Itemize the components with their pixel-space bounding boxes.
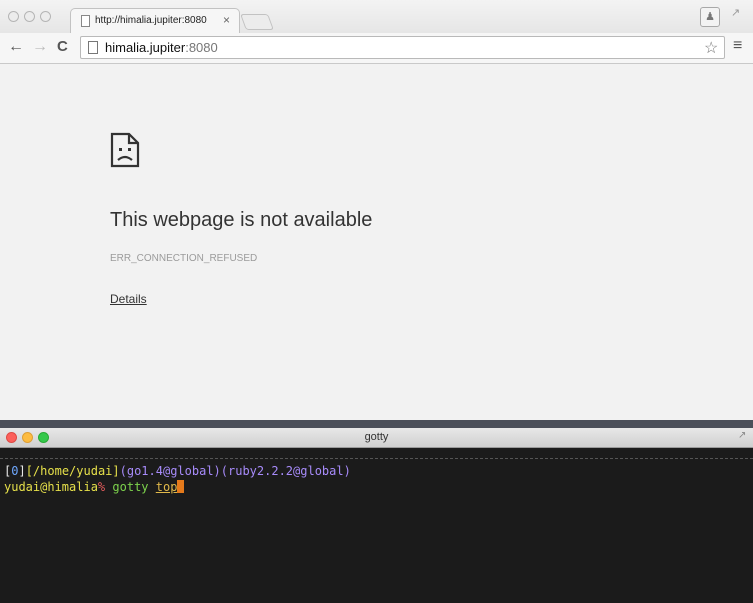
fullscreen-icon[interactable]: ↗ xyxy=(738,430,746,441)
terminal-titlebar: gotty ↗ xyxy=(0,428,753,448)
terminal-cursor xyxy=(177,480,185,493)
url-text: himalia.jupiter:8080 xyxy=(105,40,218,55)
terminal-title: gotty xyxy=(364,431,389,443)
url-port: :8080 xyxy=(185,40,218,55)
go-env: (go1.4@global) xyxy=(119,464,221,478)
new-tab-button[interactable] xyxy=(240,14,274,30)
url-host: himalia.jupiter xyxy=(105,40,186,55)
cwd: [/home/yudai] xyxy=(25,464,120,478)
tab-strip: http://himalia.jupiter:8080 × ♟ ↗ xyxy=(0,0,753,34)
forward-icon[interactable]: → xyxy=(32,38,48,56)
terminal-separator xyxy=(0,458,753,459)
command-line[interactable]: yudai@himalia% gotty top xyxy=(4,480,185,494)
command-argument: top xyxy=(155,480,178,494)
star-icon[interactable]: ☆ xyxy=(704,38,718,58)
page-icon xyxy=(88,41,98,54)
tab-title: http://himalia.jupiter:8080 xyxy=(95,15,207,26)
reload-icon[interactable]: C xyxy=(57,38,68,55)
prompt-line: [0][/home/yudai](go1.4@global)(ruby2.2.2… xyxy=(4,464,351,478)
prompt-symbol: % xyxy=(97,480,106,494)
details-link[interactable]: Details xyxy=(110,292,147,306)
fullscreen-icon[interactable]: ↗ xyxy=(731,6,740,19)
browser-minimize-button[interactable] xyxy=(24,11,35,22)
job-bracket-close: ] xyxy=(18,464,26,478)
browser-window: http://himalia.jupiter:8080 × ♟ ↗ ← → C … xyxy=(0,0,753,420)
error-title: This webpage is not available xyxy=(110,209,373,231)
browser-toolbar: ← → C himalia.jupiter:8080 ☆ ≡ xyxy=(0,33,753,64)
profile-icon[interactable]: ♟ xyxy=(700,7,720,27)
command: gotty xyxy=(112,480,149,494)
tab-himalia[interactable]: http://himalia.jupiter:8080 × xyxy=(70,8,240,34)
error-code: ERR_CONNECTION_REFUSED xyxy=(110,253,258,264)
browser-close-button[interactable] xyxy=(8,11,19,22)
back-icon[interactable]: ← xyxy=(8,38,24,56)
browser-maximize-button[interactable] xyxy=(40,11,51,22)
terminal-divider xyxy=(0,420,753,428)
page-content: This webpage is not available ERR_CONNEC… xyxy=(0,64,753,420)
address-bar[interactable]: himalia.jupiter:8080 ☆ xyxy=(80,36,725,59)
menu-icon[interactable]: ≡ xyxy=(733,37,742,55)
terminal-body[interactable]: [0][/home/yudai](go1.4@global)(ruby2.2.2… xyxy=(0,448,753,603)
user-host: yudai@himalia xyxy=(4,480,98,494)
ruby-env: (ruby2.2.2@global) xyxy=(220,464,351,478)
page-icon xyxy=(81,15,90,27)
close-icon[interactable]: × xyxy=(223,13,230,27)
sad-page-icon xyxy=(110,132,140,168)
